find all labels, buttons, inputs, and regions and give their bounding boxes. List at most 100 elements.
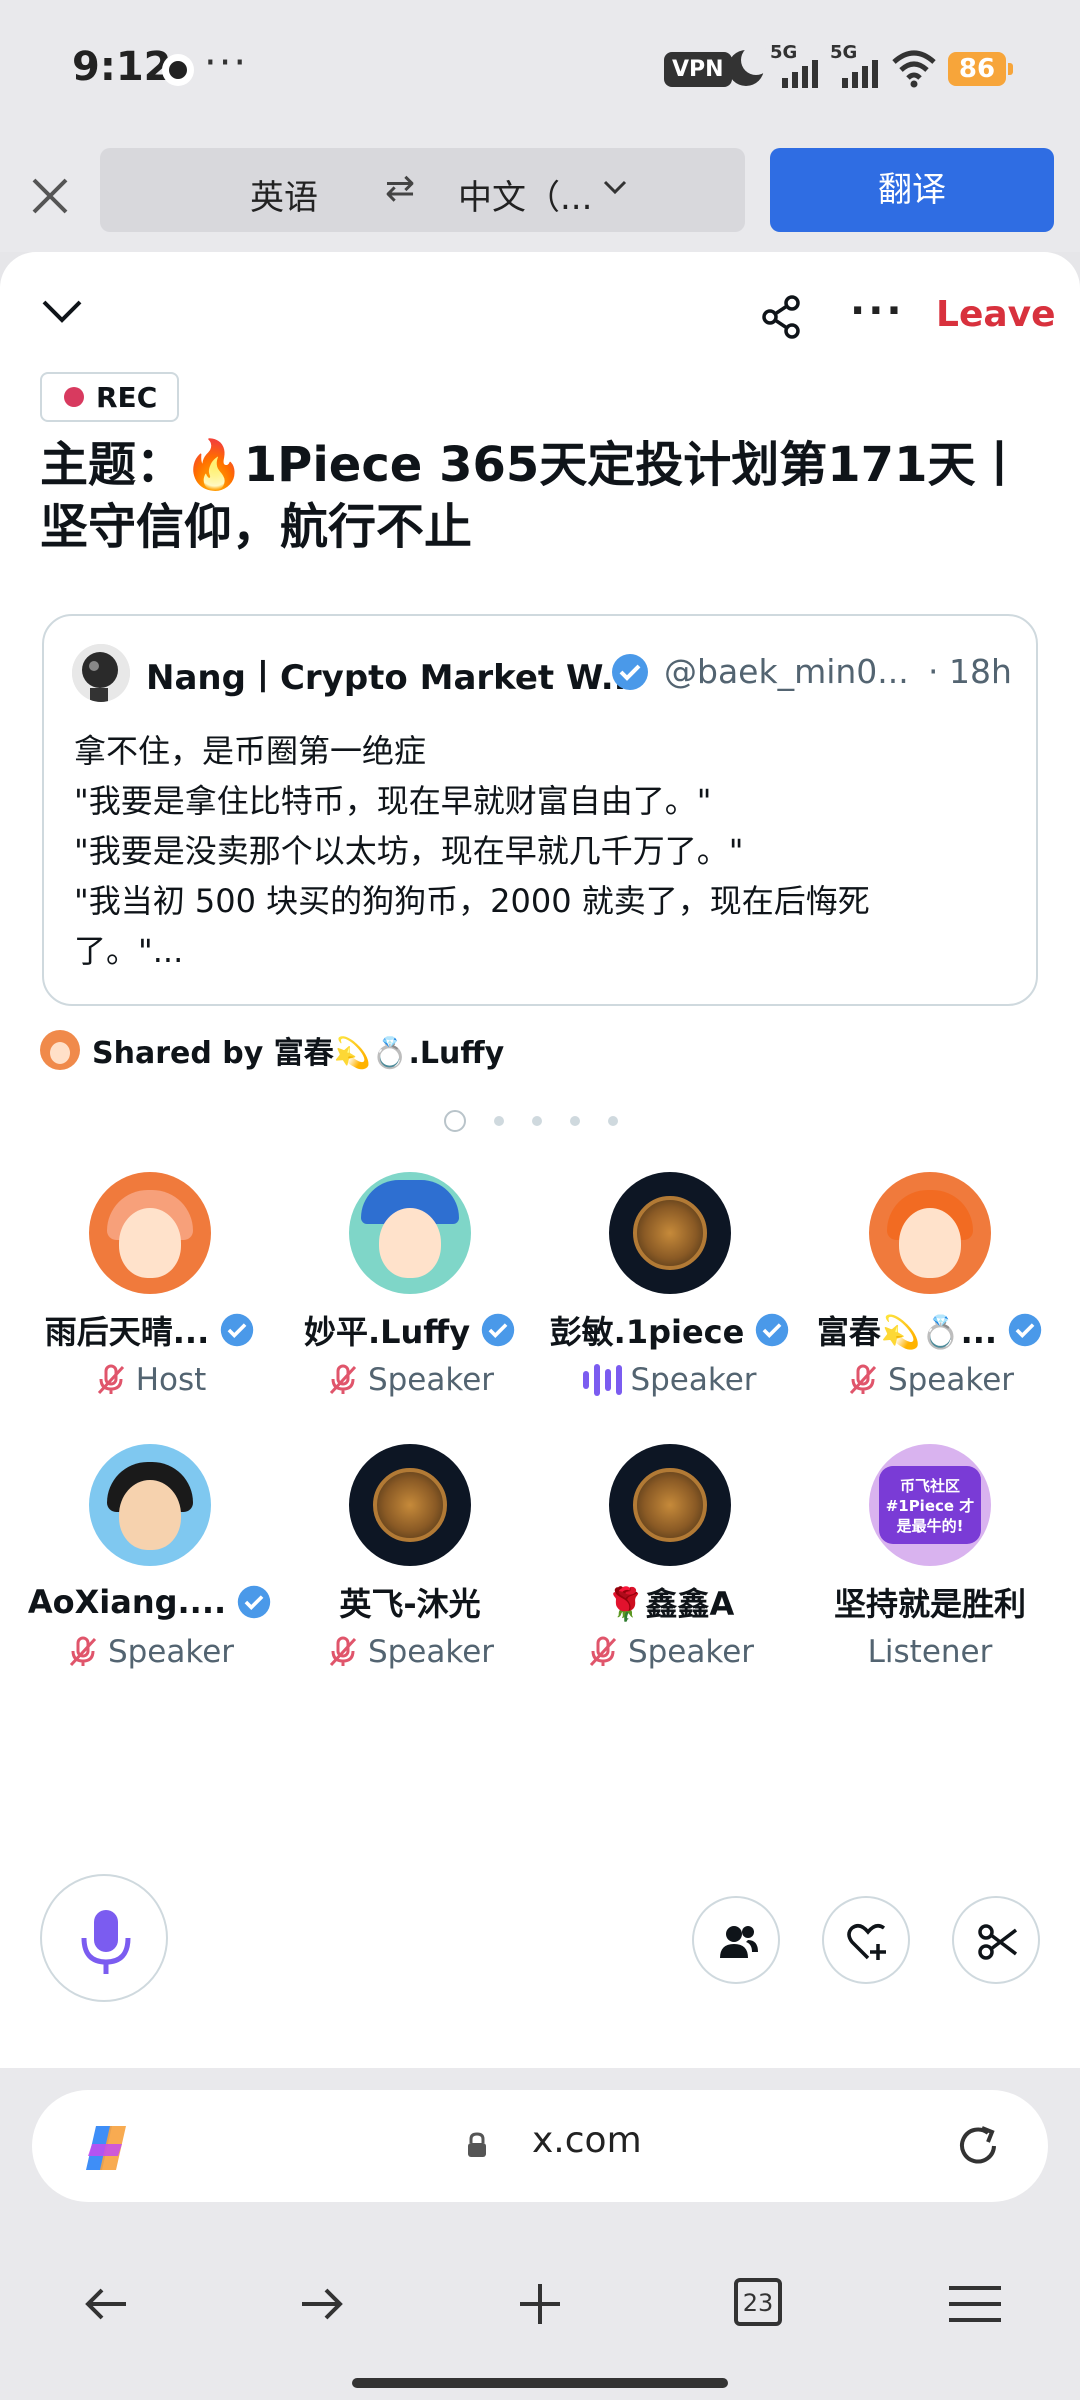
wifi-icon [892,50,936,88]
participant-role: Speaker [630,1362,757,1398]
close-icon[interactable] [28,174,72,218]
people-icon [720,1926,758,1958]
tweet-line: "我要是没卖那个以太坊，现在早就几千万了。" [74,832,744,870]
mic-muted-icon [849,1364,877,1395]
more-options-icon[interactable]: ··· [850,288,905,334]
participant-card[interactable]: 🌹鑫鑫A Speaker [540,1444,800,1674]
back-icon[interactable] [66,2264,146,2344]
battery-icon: 86 [948,52,1013,86]
avatar[interactable] [89,1172,211,1294]
lock-icon [468,2132,486,2157]
menu-icon[interactable] [935,2264,1015,2344]
avatar[interactable] [349,1172,471,1294]
participant-card[interactable]: 妙平.Luffy Speaker [280,1172,540,1402]
tweet-author-name[interactable]: Nang丨Crypto Market W... [146,650,639,699]
microphone-icon [81,1910,131,1974]
address-bar[interactable]: x.com [32,2090,1048,2202]
tweet-line: "我要是拿住比特币，现在早就财富自由了。" [74,782,712,820]
participant-name: 富春💫💍... [816,1313,998,1351]
page-dot [570,1116,580,1126]
page-dot [608,1116,618,1126]
tweet-author-handle[interactable]: @baek_min0... [664,652,909,691]
avatar[interactable] [869,1172,991,1294]
chevron-down-icon[interactable] [602,174,628,200]
reload-icon[interactable] [952,2120,1004,2172]
translate-button[interactable]: 翻译 [770,148,1054,232]
speaking-indicator-icon [583,1363,623,1397]
participant-name: 雨后天晴... [44,1313,210,1351]
participant-card[interactable]: 富春💫💍... Speaker [800,1172,1060,1402]
verified-badge-icon [481,1313,515,1347]
leave-button[interactable]: Leave [936,294,1056,335]
participant-card[interactable]: 彭敏.1piece Speaker [540,1172,800,1402]
shared-by[interactable]: Shared by 富春💫💍.Luffy [40,1028,504,1072]
participant-role: Speaker [367,1362,495,1398]
copilot-icon[interactable] [78,2122,134,2174]
participant-role: Speaker [887,1362,1015,1398]
new-tab-icon[interactable] [500,2264,580,2344]
participant-card[interactable]: AoXiang.... Speaker [20,1444,280,1674]
tabs-button[interactable]: 23 [734,2278,814,2358]
mic-muted-icon [69,1636,97,1667]
avatar[interactable] [72,644,130,702]
microphone-button[interactable] [40,1874,168,2002]
mic-muted-icon [97,1364,124,1395]
participant-name: 🌹鑫鑫A [605,1585,735,1623]
signal-2-icon: 5G [830,42,880,88]
rec-label: REC [96,380,158,414]
language-selector[interactable]: 英语 ⇄ 中文（... [100,148,745,232]
avatar[interactable] [349,1444,471,1566]
swap-languages-icon[interactable]: ⇄ [385,168,415,209]
participant-name: 英飞-沐光 [339,1585,481,1623]
avatar[interactable] [609,1444,731,1566]
signal-1-icon: 5G [770,42,820,88]
participant-name: 妙平.Luffy [303,1313,471,1351]
space-controls [0,1808,1080,2068]
vpn-icon: VPN [664,52,732,87]
participant-name: AoXiang.... [27,1583,227,1621]
people-button[interactable] [692,1896,780,1984]
page-indicator [444,1110,618,1132]
participant-role: Speaker [367,1634,495,1670]
avatar[interactable]: 币飞社区 #1Piece 才是最牛的! [869,1444,991,1566]
participant-role: Speaker [107,1634,235,1670]
verified-badge-icon [221,1313,254,1347]
share-icon[interactable] [760,294,802,340]
scissors-icon [978,1924,1018,1960]
url-text[interactable]: x.com [532,2120,642,2161]
browser-nav: 23 [0,2264,1080,2344]
heart-plus-icon [847,1924,886,1960]
do-not-disturb-icon [728,45,771,86]
chevron-down-icon[interactable] [40,294,84,330]
reaction-button[interactable] [822,1896,910,1984]
avatar[interactable] [609,1172,731,1294]
tab-count: 23 [734,2278,782,2326]
status-time: 9:12 [72,44,172,90]
verified-badge-icon [237,1585,271,1619]
pinned-tweet-card[interactable]: Nang丨Crypto Market W... @baek_min0... · … [42,614,1038,1006]
verified-badge-icon [1008,1313,1042,1347]
status-more-icon: ··· [204,40,249,86]
mic-muted-icon [329,1364,357,1395]
community-badge-image: 币飞社区 #1Piece 才是最牛的! [879,1466,981,1544]
tweet-text: 拿不住，是币圈第一绝症 "我要是拿住比特币，现在早就财富自由了。" "我要是没卖… [74,726,1014,976]
tweet-line: 拿不住，是币圈第一绝症 [74,732,427,770]
tweet-line: "我当初 500 块买的狗狗币，2000 就卖了，现在后悔死 [74,882,870,920]
participant-card[interactable]: 雨后天晴... Host [20,1172,280,1402]
home-indicator [352,2378,728,2388]
forward-icon[interactable] [282,2264,362,2344]
avatar[interactable] [89,1444,211,1566]
clip-button[interactable] [952,1896,1040,1984]
participant-card[interactable]: 币飞社区 #1Piece 才是最牛的! 坚持就是胜利 Listener [800,1444,1060,1674]
participant-card[interactable]: 英飞-沐光 Speaker [280,1444,540,1674]
verified-badge-icon [612,654,648,690]
source-language[interactable]: 英语 [250,170,318,219]
target-language[interactable]: 中文（... [458,170,592,219]
rec-badge: REC [40,372,180,422]
shared-by-label[interactable]: Shared by 富春💫💍.Luffy [92,1028,504,1072]
participant-role: Speaker [627,1634,755,1670]
mic-muted-icon [589,1636,617,1667]
avatar[interactable] [40,1030,80,1070]
participant-role: Listener [867,1634,993,1670]
tweet-line: 了。"... [74,932,184,970]
